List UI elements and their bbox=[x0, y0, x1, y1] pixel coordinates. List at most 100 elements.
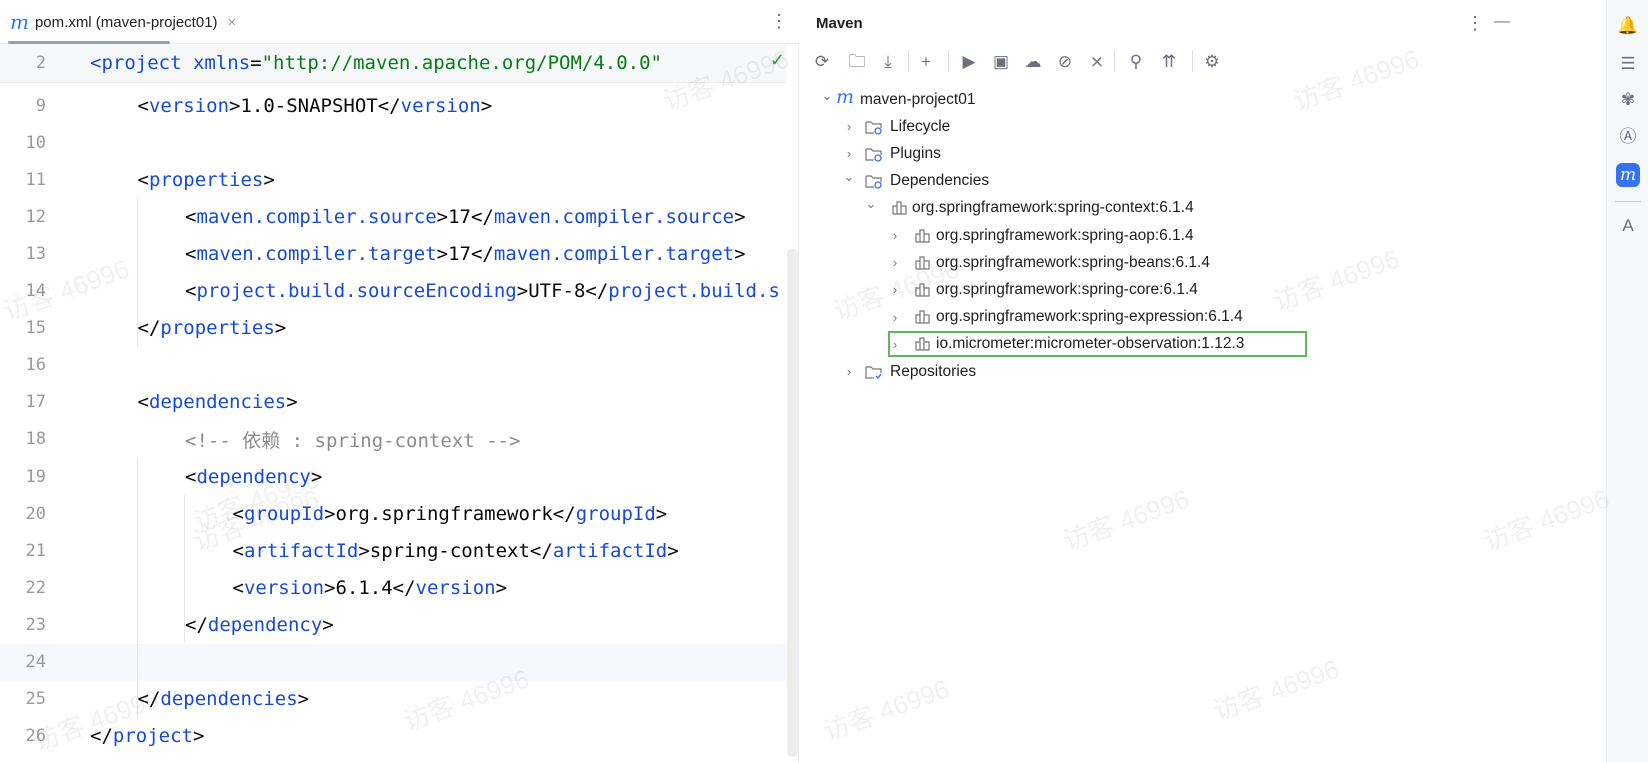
offline-icon[interactable]: ☁ bbox=[1021, 50, 1045, 74]
tab-label: pom.xml (maven-project01) bbox=[34, 13, 218, 31]
editor-pane: m pom.xml (maven-project01) × ⋮ 2 <projec… bbox=[0, 0, 799, 762]
chevron-right-icon[interactable]: › bbox=[843, 146, 855, 161]
analyze-dependencies-icon[interactable]: ⚲ bbox=[1124, 50, 1148, 74]
code-token: <!-- 依赖 : spring-context --> bbox=[185, 429, 521, 452]
tree-node-label: org.springframework:spring-expression:6.… bbox=[936, 308, 1243, 326]
more-icon[interactable]: ⋮ bbox=[1466, 14, 1484, 32]
tree-node[interactable]: › Repositories bbox=[800, 358, 1500, 385]
code-token: >6.1.4</ bbox=[324, 576, 416, 599]
chevron-right-icon[interactable]: › bbox=[843, 364, 855, 379]
folder-check-icon bbox=[865, 364, 883, 380]
tree-node[interactable]: › Plugins bbox=[800, 140, 1500, 167]
code-token: dependencies bbox=[160, 688, 298, 711]
execute-goal-icon[interactable]: ▣ bbox=[989, 50, 1013, 74]
code-token: properties bbox=[160, 317, 275, 340]
tree-node[interactable]: ⌄ org.springframework:spring-context:6.1.… bbox=[800, 195, 1500, 222]
download-icon[interactable]: ⤓ bbox=[876, 50, 900, 74]
reload-icon[interactable]: ⟳ bbox=[810, 50, 834, 74]
library-icon bbox=[914, 282, 932, 298]
add-icon[interactable]: + bbox=[914, 50, 938, 74]
skip-tests-icon[interactable]: ⊘ bbox=[1053, 50, 1077, 74]
code-token: >1.0-SNAPSHOT</ bbox=[229, 94, 401, 117]
tree-node[interactable]: › Lifecycle bbox=[800, 113, 1500, 140]
run-icon[interactable]: ▶ bbox=[957, 50, 981, 74]
inspection-ok-icon[interactable]: ✓ bbox=[770, 50, 785, 71]
tree-node[interactable]: › org.springframework:spring-core:6.1.4 bbox=[800, 276, 1500, 303]
code-line[interactable]: 20 <groupId>org.springframework</groupId> bbox=[0, 495, 786, 532]
code-line[interactable]: 10 bbox=[0, 124, 786, 161]
line-code: <properties> bbox=[138, 169, 275, 191]
code-line[interactable]: 14 <project.build.sourceEncoding>UTF-8</p… bbox=[0, 273, 786, 310]
line-code: <!-- 依赖 : spring-context --> bbox=[185, 426, 520, 453]
tree-node[interactable]: › org.springframework:spring-aop:6.1.4 bbox=[800, 222, 1500, 249]
code-line[interactable]: 21 <artifactId>spring-context</artifactId… bbox=[0, 532, 786, 569]
chevron-right-icon[interactable]: › bbox=[889, 228, 901, 243]
code-token: > bbox=[192, 725, 205, 748]
ai-assistant-icon[interactable]: Ⓐ bbox=[1616, 125, 1640, 149]
code-token: > bbox=[274, 317, 287, 340]
code-line[interactable]: 19 <dependency> bbox=[0, 458, 786, 495]
notifications-icon[interactable]: 🔔 bbox=[1616, 14, 1640, 38]
tree-node-label: org.springframework:spring-core:6.1.4 bbox=[936, 280, 1198, 298]
code-line[interactable]: 26 </project> bbox=[0, 718, 786, 755]
code-line[interactable]: 24 bbox=[0, 643, 786, 681]
code-line[interactable]: 9 <version>1.0-SNAPSHOT</version> bbox=[0, 87, 786, 124]
code-token: maven.compiler.target bbox=[196, 242, 437, 265]
chevron-down-icon[interactable]: ⌄ bbox=[821, 88, 833, 104]
minimize-icon[interactable]: — bbox=[1494, 13, 1510, 31]
editor-scrollbar[interactable] bbox=[787, 249, 798, 757]
settings-icon[interactable]: ⚙ bbox=[1200, 50, 1224, 74]
code-line[interactable]: 2 <project xmlns="http://maven.apache.org… bbox=[0, 44, 786, 83]
reload-folder-icon[interactable]: 🗀 bbox=[845, 50, 869, 74]
right-tool-strip: 🔔 ☰ ✾ Ⓐm A bbox=[1606, 0, 1648, 762]
database-icon[interactable]: ☰ bbox=[1616, 52, 1640, 76]
code-line[interactable]: 13 <maven.compiler.target>17</maven.compi… bbox=[0, 235, 786, 272]
chevron-right-icon[interactable]: › bbox=[889, 282, 901, 297]
code-line[interactable]: 11 <properties> bbox=[0, 161, 786, 198]
bookmarks-icon[interactable]: A bbox=[1616, 214, 1640, 238]
code-line[interactable]: 25 </dependencies> bbox=[0, 681, 786, 718]
maven-tool-window: Maven ⋮ — ⟳ 🗀 ⤓ + ▶ ▣ ☁ ⊘ ⨯ ⚲ ⇈ ⚙ ⌄ m maven-project01… bbox=[800, 0, 1606, 762]
code-token: > bbox=[734, 242, 746, 265]
line-number: 18 bbox=[25, 429, 46, 450]
code-line[interactable]: 12 <maven.compiler.source>17</maven.compi… bbox=[0, 198, 786, 235]
code-line[interactable]: 17 <dependencies> bbox=[0, 384, 786, 421]
code-line[interactable]: 15 </properties> bbox=[0, 310, 786, 347]
line-number: 15 bbox=[25, 318, 46, 339]
tree-node-label: Repositories bbox=[890, 362, 977, 380]
code-token: groupId bbox=[243, 502, 325, 525]
code-token: dependency bbox=[196, 465, 311, 488]
code-token: < bbox=[185, 205, 197, 228]
show-dependencies-icon[interactable]: ⇈ bbox=[1157, 50, 1181, 74]
indent-guide bbox=[184, 495, 185, 644]
code-token: properties bbox=[148, 168, 264, 191]
tree-node[interactable]: ⌄ Dependencies bbox=[800, 168, 1500, 195]
line-number: 17 bbox=[25, 392, 46, 413]
close-icon[interactable]: × bbox=[228, 14, 237, 31]
chevron-down-icon[interactable]: ⌄ bbox=[865, 196, 877, 212]
line-code: </dependencies> bbox=[138, 688, 310, 710]
chevron-down-icon[interactable]: ⌄ bbox=[843, 169, 855, 185]
code-token: groupId bbox=[575, 502, 656, 525]
tab-pom-xml[interactable]: m pom.xml (maven-project01) × bbox=[10, 0, 236, 44]
maven-icon[interactable]: m bbox=[1616, 163, 1640, 187]
code-line[interactable]: 23 </dependency> bbox=[0, 606, 786, 643]
code-line[interactable]: 18 <!-- 依赖 : spring-context --> bbox=[0, 421, 786, 458]
more-icon[interactable]: ⋮ bbox=[770, 12, 788, 30]
tree-node[interactable]: › org.springframework:spring-beans:6.1.4 bbox=[800, 249, 1500, 276]
chevron-right-icon[interactable]: › bbox=[843, 119, 855, 134]
collapse-icon[interactable]: ⨯ bbox=[1085, 50, 1109, 74]
tree-node[interactable]: › org.springframework:spring-expression:6… bbox=[800, 304, 1500, 331]
chevron-right-icon[interactable]: › bbox=[889, 310, 901, 325]
code-line[interactable]: 22 <version>6.1.4</version> bbox=[0, 569, 786, 606]
code-token: < bbox=[137, 168, 149, 191]
code-token: > bbox=[667, 539, 679, 562]
toolbar-separator bbox=[948, 50, 949, 72]
code-line[interactable]: 16 bbox=[0, 347, 786, 384]
tree-node[interactable]: ⌄ m maven-project01 bbox=[800, 86, 1500, 113]
code-token: < bbox=[232, 502, 244, 525]
plugin-icon[interactable]: ✾ bbox=[1616, 88, 1640, 112]
chevron-right-icon[interactable]: › bbox=[889, 255, 901, 270]
line-code: <artifactId>spring-context</artifactId> bbox=[233, 540, 679, 562]
indent-guide bbox=[137, 198, 138, 347]
